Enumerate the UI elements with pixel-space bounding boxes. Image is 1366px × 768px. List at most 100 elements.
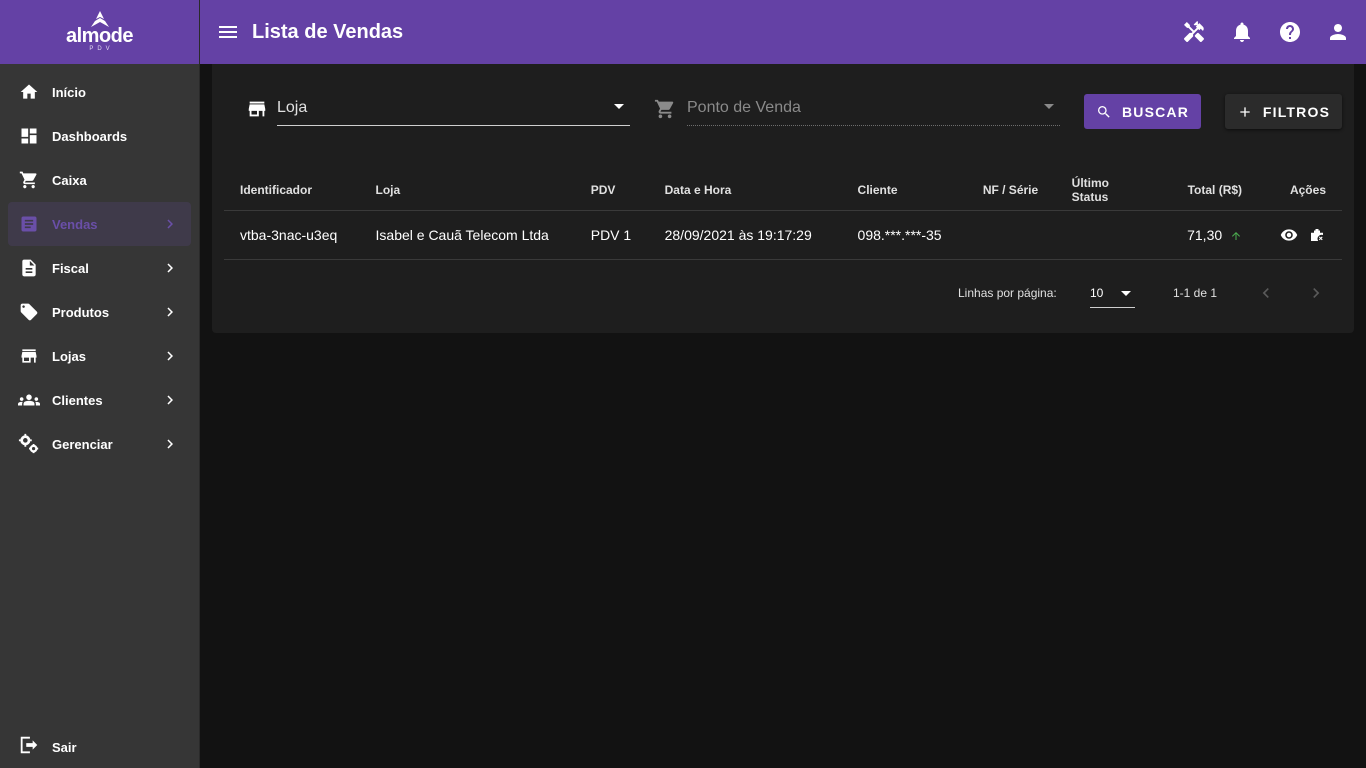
sidebar-item-inicio[interactable]: Início [0,70,199,114]
tools-icon[interactable] [1182,20,1206,44]
column-header-pdv[interactable]: PDV [574,170,649,211]
caret-down-icon [1044,104,1054,109]
arrow-up-icon [1232,231,1241,240]
table-row[interactable]: vtba-3nac-u3eq Isabel e Cauã Telecom Ltd… [224,210,1342,260]
search-button-label: BUSCAR [1121,103,1190,120]
store-icon [18,345,40,367]
cell-cliente: 098.***.***-35 [841,210,967,260]
sidebar-item-clientes[interactable]: Clientes [0,378,199,422]
logout-icon [18,734,40,761]
sidebar-item-label: Clientes [52,392,103,408]
sidebar-item-vendas[interactable]: Vendas [8,202,191,246]
cart-icon [654,99,674,119]
chevron-right-icon [167,263,173,273]
column-header-ultimo-status[interactable]: Último Status [1055,170,1154,211]
caret-down-icon [1121,291,1131,296]
chevron-left-icon[interactable] [1256,283,1276,303]
pos-select[interactable]: Ponto de Venda [654,92,1060,126]
cart-icon [18,169,40,191]
rows-per-page-label: Linhas por página: [958,286,1057,300]
logo-subtext: PDV [89,46,114,52]
cell-total: 71,30 [1153,210,1259,260]
eye-icon[interactable] [1280,226,1298,244]
sidebar-item-caixa[interactable]: Caixa [0,158,199,202]
pagination-range: 1-1 de 1 [1173,286,1218,300]
plus-icon [1240,106,1250,117]
cell-nf-serie [966,210,1056,260]
sidebar-item-dashboards[interactable]: Dashboards [0,114,199,158]
cell-data-hora: 28/09/2021 às 19:17:29 [648,210,842,260]
pos-select-label: Ponto de Venda [687,99,801,116]
total-value: 71,30 [1187,226,1223,243]
cell-pdv: PDV 1 [574,210,649,260]
dashboard-icon [18,125,40,147]
sidebar-item-lojas[interactable]: Lojas [0,334,199,378]
chevron-right-icon[interactable] [1306,283,1326,303]
cancel-sale-icon[interactable] [1308,226,1326,244]
sidebar-item-label: Lojas [52,348,86,364]
tag-icon [18,301,40,323]
chevron-right-icon [167,439,173,449]
account-icon[interactable] [1326,20,1350,44]
store-select-label: Loja [277,99,308,116]
store-select-input[interactable]: Loja [277,92,630,126]
search-icon [1097,105,1110,118]
column-header-acoes: Ações [1258,170,1342,211]
top-app-bar: Lista de Vendas [200,0,1366,64]
sidebar-item-label: Início [52,84,86,100]
sidebar: almode PDV Início Dashboards Caixa Venda… [0,0,200,768]
search-button[interactable]: BUSCAR [1084,94,1201,129]
column-header-cliente[interactable]: Cliente [841,170,967,211]
sales-table: Identificador Loja PDV Data e Hora Clien… [224,170,1342,260]
store-select[interactable]: Loja [246,92,630,126]
sidebar-item-label: Fiscal [52,260,89,276]
filters-button[interactable]: FILTROS [1225,94,1342,129]
sales-list-card: Loja Ponto de Venda BUSCAR FILTROS Ident… [212,64,1354,333]
column-header-total[interactable]: Total (R$) [1153,170,1259,211]
logout-button[interactable]: Sair [0,726,199,768]
pos-select-input[interactable]: Ponto de Venda [687,92,1060,126]
column-header-loja[interactable]: Loja [359,170,575,211]
chevron-right-icon [167,395,173,405]
app-root: almode PDV Início Dashboards Caixa Venda… [0,0,1366,768]
list-icon [18,213,40,235]
chevron-right-icon [167,219,173,229]
chevron-right-icon [167,351,173,361]
cell-identificador: vtba-3nac-u3eq [224,210,360,260]
table-header-row: Identificador Loja PDV Data e Hora Clien… [224,170,1342,211]
help-icon[interactable] [1278,20,1302,44]
document-icon [18,257,40,279]
sidebar-item-fiscal[interactable]: Fiscal [0,246,199,290]
column-header-identificador[interactable]: Identificador [224,170,360,211]
people-icon [18,389,40,411]
sidebar-item-label: Produtos [52,304,110,320]
column-header-data-hora[interactable]: Data e Hora [648,170,842,211]
cell-ultimo-status [1055,210,1154,260]
gears-icon [18,433,40,455]
column-header-nf-serie[interactable]: NF / Série [966,170,1056,211]
filters-bar: Loja Ponto de Venda BUSCAR FILTROS [212,64,1354,156]
sidebar-item-label: Caixa [52,172,87,188]
page-title: Lista de Vendas [252,20,404,43]
sidebar-item-label: Vendas [52,216,98,232]
rows-per-page-value: 10 [1090,286,1104,300]
logout-label: Sair [52,739,77,755]
bell-icon[interactable] [1230,20,1254,44]
logo[interactable]: almode PDV [0,0,199,64]
table-pagination: Linhas por página: 10 1-1 de 1 [212,272,1354,312]
menu-icon[interactable] [216,20,240,44]
cell-loja: Isabel e Cauã Telecom Ltda [359,210,575,260]
chevron-right-icon [167,307,173,317]
store-icon [248,101,266,117]
sidebar-item-label: Dashboards [52,128,128,144]
rows-per-page-select[interactable]: 10 [1090,278,1135,308]
sidebar-nav: Início Dashboards Caixa Vendas Fiscal Pr… [0,64,199,466]
logo-text: almode [65,25,134,47]
filters-button-label: FILTROS [1262,103,1331,120]
sidebar-item-gerenciar[interactable]: Gerenciar [0,422,199,466]
sidebar-item-label: Gerenciar [52,436,113,452]
top-actions [1182,20,1350,44]
cell-acoes [1258,210,1342,260]
sidebar-item-produtos[interactable]: Produtos [0,290,199,334]
home-icon [18,81,40,103]
